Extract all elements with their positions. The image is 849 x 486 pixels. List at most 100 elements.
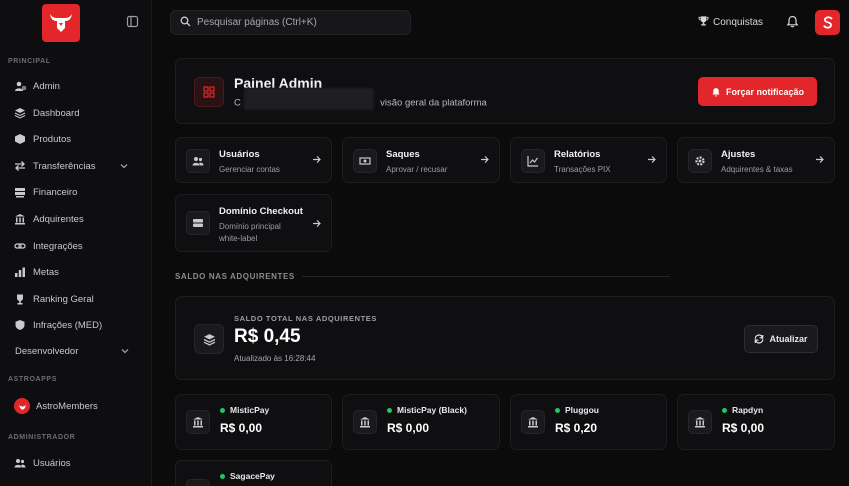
sidebar-item-astromembers[interactable]: AstroMembers	[14, 396, 138, 416]
chevron-down-icon	[120, 162, 128, 173]
acquirer-name: MisticPay	[220, 405, 269, 415]
sidebar-item-infracoes[interactable]: Infrações (MED)	[14, 315, 138, 335]
refresh-icon	[755, 334, 764, 344]
trophy-icon	[698, 15, 709, 29]
bank-icon	[521, 410, 545, 434]
card-subtitle: Aprovar / recusar	[386, 165, 448, 174]
status-online-dot	[387, 407, 392, 413]
acquirer-name-text: MisticPay (Black)	[397, 405, 467, 415]
sidebar-item-label: Adquirentes	[33, 213, 84, 225]
search-input[interactable]	[197, 17, 397, 28]
card-subtitle: Transações PIX	[554, 165, 611, 174]
sidebar-item-label: Metas	[33, 266, 59, 278]
sidebar-item-transferencias[interactable]: Transferências	[14, 156, 138, 176]
refresh-button[interactable]: Atualizar	[744, 325, 818, 353]
avatar[interactable]	[815, 10, 840, 35]
sidebar-item-label: Dashboard	[33, 107, 80, 119]
trophy-icon	[14, 293, 26, 305]
link-icon	[14, 240, 26, 252]
sidebar-item-ranking[interactable]: Ranking Geral	[14, 289, 138, 309]
status-online-dot	[220, 473, 225, 479]
sidebar-item-label: AstroMembers	[36, 400, 98, 412]
sidebar-item-desenvolvedor[interactable]: Desenvolvedor	[15, 341, 139, 361]
sidebar-item-label: Desenvolvedor	[15, 345, 79, 357]
sidebar: PRINCIPAL Admin Dashboard Produtos Trans…	[0, 0, 152, 486]
sidebar-item-label: Financeiro	[33, 186, 78, 198]
sidebar-item-label: Transferências	[33, 160, 96, 172]
bank-icon	[14, 213, 26, 225]
sidebar-item-label: Admin	[33, 80, 60, 92]
card-title: Saques	[386, 149, 420, 160]
acquirer-name: Rapdyn	[722, 405, 763, 415]
status-online-dot	[220, 407, 225, 413]
sidebar-item-label: Ranking Geral	[33, 293, 94, 305]
total-balance-label: SALDO TOTAL NAS ADQUIRENTES	[234, 314, 378, 323]
box-icon	[14, 133, 26, 145]
search-icon	[180, 16, 191, 30]
server-icon	[186, 211, 210, 235]
card-subtitle: Domínio principal white-label	[219, 222, 281, 243]
bell-icon	[712, 87, 720, 96]
arrow-right-icon	[815, 155, 824, 167]
acquirer-name: Pluggou	[555, 405, 599, 415]
card-title: Usuários	[219, 149, 260, 160]
bank-icon	[688, 410, 712, 434]
achievements-link[interactable]: Conquistas	[698, 15, 763, 29]
achievements-label: Conquistas	[713, 16, 764, 28]
redacted-text	[243, 88, 374, 110]
gear-icon	[688, 149, 712, 173]
acquirer-name-text: SagacePay	[230, 471, 275, 481]
card-usuarios[interactable]: Usuários Gerenciar contas	[175, 137, 332, 183]
bank-icon	[186, 410, 210, 434]
sidebar-item-label: Produtos	[33, 133, 72, 145]
chart-line-icon	[521, 149, 545, 173]
card-ajustes[interactable]: Ajustes Adquirentes & taxas	[677, 137, 835, 183]
bull-logo-icon[interactable]	[42, 4, 80, 42]
sidebar-item-produtos[interactable]: Produtos	[14, 129, 138, 149]
admin-panel-header: Painel Admin C visão geral da plataforma…	[175, 58, 835, 124]
sidebar-item-usuarios[interactable]: Usuários	[14, 453, 138, 473]
section-label-administrador: ADMINISTRADOR	[8, 434, 76, 441]
card-title: Relatórios	[554, 149, 601, 160]
total-balance-panel: SALDO TOTAL NAS ADQUIRENTES R$ 0,45 Atua…	[175, 296, 835, 380]
acquirer-balance: R$ 0,00	[722, 421, 765, 435]
section-label-astroapps: ASTROAPPS	[8, 376, 57, 383]
card-subtitle: Gerenciar contas	[219, 165, 280, 174]
total-balance-value: R$ 0,45	[234, 326, 301, 347]
card-saques[interactable]: Saques Aprovar / recusar	[342, 137, 500, 183]
sidebar-item-dashboard[interactable]: Dashboard	[14, 103, 138, 123]
sidebar-item-admin[interactable]: Admin	[14, 76, 138, 96]
sidebar-item-financeiro[interactable]: Financeiro	[14, 182, 138, 202]
cash-icon	[353, 149, 377, 173]
acquirer-card-misticpay-black: MisticPay (Black) R$ 0,00	[342, 394, 500, 450]
user-gear-icon	[14, 80, 26, 92]
astromembers-icon	[14, 398, 30, 414]
grid-icon	[194, 77, 224, 107]
transfer-icon	[14, 160, 26, 172]
card-relatorios[interactable]: Relatórios Transações PIX	[510, 137, 667, 183]
acquirer-card-rapdyn: Rapdyn R$ 0,00	[677, 394, 835, 450]
sidebar-item-label: Infrações (MED)	[33, 319, 103, 331]
sidebar-item-metas[interactable]: Metas	[14, 262, 138, 282]
acquirer-name: SagacePay	[220, 471, 275, 481]
acquirer-name-text: Rapdyn	[732, 405, 764, 415]
acquirer-balance: R$ 0,00	[220, 421, 263, 435]
arrow-right-icon	[647, 155, 656, 167]
acquirer-name-text: Pluggou	[565, 405, 599, 415]
subtitle-start: C	[234, 97, 241, 109]
search-bar[interactable]	[170, 10, 411, 35]
sidebar-item-integracoes[interactable]: Integrações	[14, 236, 138, 256]
shield-icon	[14, 319, 26, 331]
users-icon	[14, 457, 26, 469]
users-icon	[186, 149, 210, 173]
force-notification-button[interactable]: Forçar notificação	[698, 77, 817, 106]
sidebar-item-label: Usuários	[33, 457, 71, 469]
acquirer-name-text: MisticPay	[230, 405, 270, 415]
sidebar-item-adquirentes[interactable]: Adquirentes	[14, 209, 138, 229]
sidebar-collapse-icon[interactable]	[126, 15, 139, 28]
arrow-right-icon	[480, 155, 489, 167]
chart-icon	[14, 266, 26, 278]
bell-icon[interactable]	[786, 15, 799, 28]
card-dominio-checkout[interactable]: Domínio Checkout Domínio principal white…	[175, 194, 332, 252]
bank-icon	[186, 479, 210, 486]
